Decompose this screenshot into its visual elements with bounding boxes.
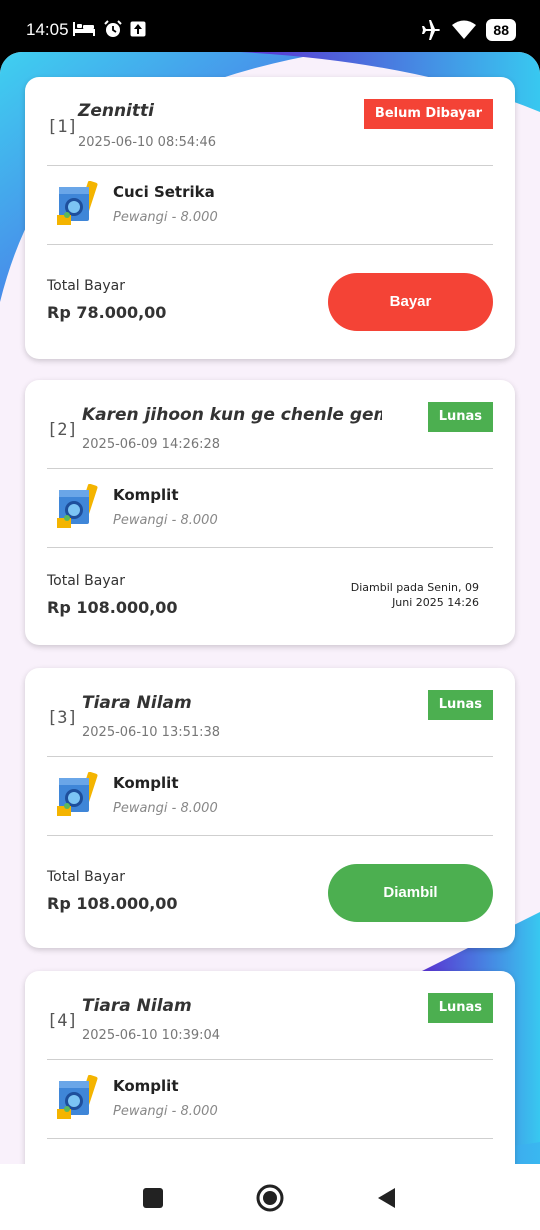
- recents-square-icon[interactable]: [141, 1186, 165, 1210]
- order-date: 2025-06-10 13:51:38: [82, 725, 221, 740]
- washing-machine-icon: [57, 1075, 98, 1119]
- pickup-note-line: Juni 2025 14:26: [392, 596, 479, 609]
- divider: [47, 468, 493, 469]
- system-nav-bar: [0, 1164, 540, 1230]
- divider: [47, 547, 493, 548]
- total-label: Total Bayar: [47, 869, 125, 885]
- airplane-icon: [422, 20, 441, 40]
- pickup-note: Diambil pada Senin, 09 Juni 2025 14:26: [319, 580, 479, 610]
- total-label: Total Bayar: [47, 573, 125, 589]
- service-name: Komplit: [113, 486, 179, 504]
- divider: [47, 244, 493, 245]
- status-right-icons: 88: [420, 19, 516, 41]
- status-badge: Lunas: [427, 690, 493, 720]
- battery-indicator: 88: [486, 19, 516, 41]
- divider: [47, 835, 493, 836]
- order-card[interactable]: [3] Tiara Nilam 2025-06-10 13:51:38 Luna…: [25, 668, 515, 948]
- status-time: 14:05: [26, 20, 69, 39]
- service-name: Komplit: [113, 774, 179, 792]
- status-left-icons: [72, 20, 146, 38]
- total-amount: Rp 108.000,00: [47, 598, 178, 617]
- alarm-icon: [104, 20, 122, 37]
- order-index: [2]: [47, 420, 78, 440]
- total-label: Total Bayar: [47, 278, 125, 294]
- status-bar: 14:05 88: [0, 0, 540, 52]
- wifi-icon: [452, 20, 477, 39]
- service-detail: Pewangi - 8.000: [113, 801, 218, 816]
- order-date: 2025-06-10 08:54:46: [78, 135, 217, 150]
- status-badge: Lunas: [427, 402, 493, 432]
- order-date: 2025-06-10 10:39:04: [82, 1028, 221, 1043]
- service-name: Cuci Setrika: [113, 183, 215, 201]
- home-circle-icon[interactable]: [256, 1184, 284, 1212]
- order-index: [1]: [47, 117, 78, 137]
- customer-name: Karen jihoon kun ge chenle gemes: [82, 405, 382, 425]
- status-badge: Lunas: [427, 993, 493, 1023]
- pickup-note-line: Diambil pada Senin, 09: [350, 581, 479, 594]
- order-card[interactable]: [2] Karen jihoon kun ge chenle gemes 202…: [25, 380, 515, 645]
- service-detail: Pewangi - 8.000: [113, 1104, 218, 1119]
- divider: [47, 1138, 493, 1139]
- bed-icon: [73, 22, 95, 36]
- customer-name: Zennitti: [78, 101, 154, 121]
- order-index: [3]: [47, 708, 78, 728]
- washing-machine-icon: [57, 484, 98, 528]
- order-date: 2025-06-09 14:26:28: [82, 437, 221, 452]
- washing-machine-icon: [57, 181, 98, 225]
- total-amount: Rp 108.000,00: [47, 894, 178, 913]
- status-badge: Belum Dibayar: [363, 99, 493, 129]
- service-name: Komplit: [113, 1077, 179, 1095]
- order-list-screen[interactable]: [1] Zennitti 2025-06-10 08:54:46 Belum D…: [0, 52, 540, 1164]
- picked-up-button[interactable]: Diambil: [328, 864, 493, 922]
- total-amount: Rp 78.000,00: [47, 303, 167, 322]
- pay-button[interactable]: Bayar: [328, 273, 493, 331]
- service-detail: Pewangi - 8.000: [113, 210, 218, 225]
- service-detail: Pewangi - 8.000: [113, 513, 218, 528]
- customer-name: Tiara Nilam: [82, 996, 192, 1016]
- order-card[interactable]: [4] Tiara Nilam 2025-06-10 10:39:04 Luna…: [25, 971, 515, 1164]
- divider: [47, 1059, 493, 1060]
- order-card[interactable]: [1] Zennitti 2025-06-10 08:54:46 Belum D…: [25, 77, 515, 359]
- back-triangle-icon[interactable]: [375, 1186, 399, 1210]
- divider: [47, 756, 493, 757]
- customer-name: Tiara Nilam: [82, 693, 192, 713]
- divider: [47, 165, 493, 166]
- order-index: [4]: [47, 1011, 78, 1031]
- washing-machine-icon: [57, 772, 98, 816]
- upload-icon: [130, 21, 146, 37]
